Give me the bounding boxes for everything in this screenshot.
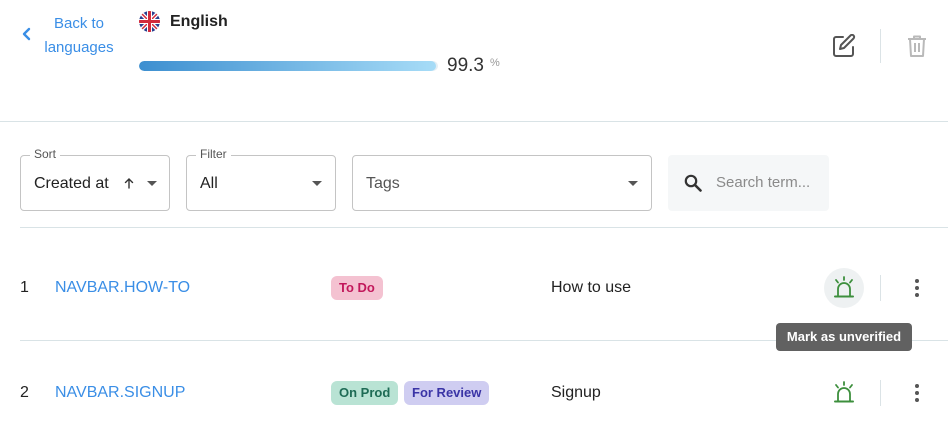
back-to-languages-link[interactable]: Back to languages — [20, 12, 114, 56]
tags-select[interactable]: Tags — [352, 155, 652, 211]
edit-language-button[interactable] — [824, 26, 864, 66]
verified-icon[interactable] — [833, 276, 855, 300]
tag-chip[interactable]: For Review — [404, 381, 490, 405]
tag-chip[interactable]: To Do — [331, 276, 383, 300]
uk-flag-icon — [139, 11, 160, 32]
filter-dropdown-icon — [312, 181, 322, 186]
sort-select[interactable]: Sort Created at — [20, 147, 170, 211]
row-divider — [880, 275, 881, 301]
trash-icon — [908, 35, 926, 57]
arrow-up-icon[interactable] — [124, 177, 134, 189]
row-index: 2 — [20, 384, 29, 401]
tooltip: Mark as unverified — [776, 323, 912, 351]
filter-value: All — [200, 175, 218, 192]
row-divider — [880, 380, 881, 406]
search-icon — [684, 174, 702, 192]
progress-unit: % — [490, 57, 500, 69]
verified-icon[interactable] — [833, 381, 855, 405]
search-input[interactable]: Search term... — [668, 155, 829, 211]
tags-dropdown-icon — [628, 181, 638, 186]
delete-language-button[interactable] — [897, 26, 937, 66]
search-placeholder: Search term... — [716, 174, 811, 191]
divider — [20, 227, 948, 228]
sort-value: Created at — [34, 175, 109, 192]
row-index: 1 — [20, 279, 29, 296]
progress-value: 99.3 — [447, 55, 484, 76]
row-translation[interactable]: Signup — [551, 384, 601, 402]
language-header: Back to languages English 99.3 % — [0, 0, 948, 122]
row-key-link[interactable]: NAVBAR.HOW-TO — [55, 279, 190, 297]
back-link-label[interactable]: Back to languages — [44, 12, 114, 60]
edit-icon — [833, 34, 856, 57]
language-name: English — [170, 12, 228, 30]
tags-placeholder: Tags — [366, 175, 400, 192]
translation-progress-bar — [139, 61, 438, 71]
row-key-link[interactable]: NAVBAR.SIGNUP — [55, 384, 185, 402]
row-translation[interactable]: How to use — [551, 279, 631, 297]
more-options-icon[interactable] — [905, 276, 929, 300]
sort-label: Sort — [30, 147, 61, 161]
progress-fill — [139, 61, 436, 71]
more-options-icon[interactable] — [905, 381, 929, 405]
filter-label: Filter — [196, 147, 231, 161]
sort-dropdown-icon — [147, 181, 157, 186]
chevron-left-icon — [22, 27, 31, 41]
filter-select[interactable]: Filter All — [186, 147, 336, 211]
language-title: English — [139, 11, 228, 32]
tag-chip[interactable]: On Prod — [331, 381, 399, 405]
header-divider — [880, 29, 881, 63]
